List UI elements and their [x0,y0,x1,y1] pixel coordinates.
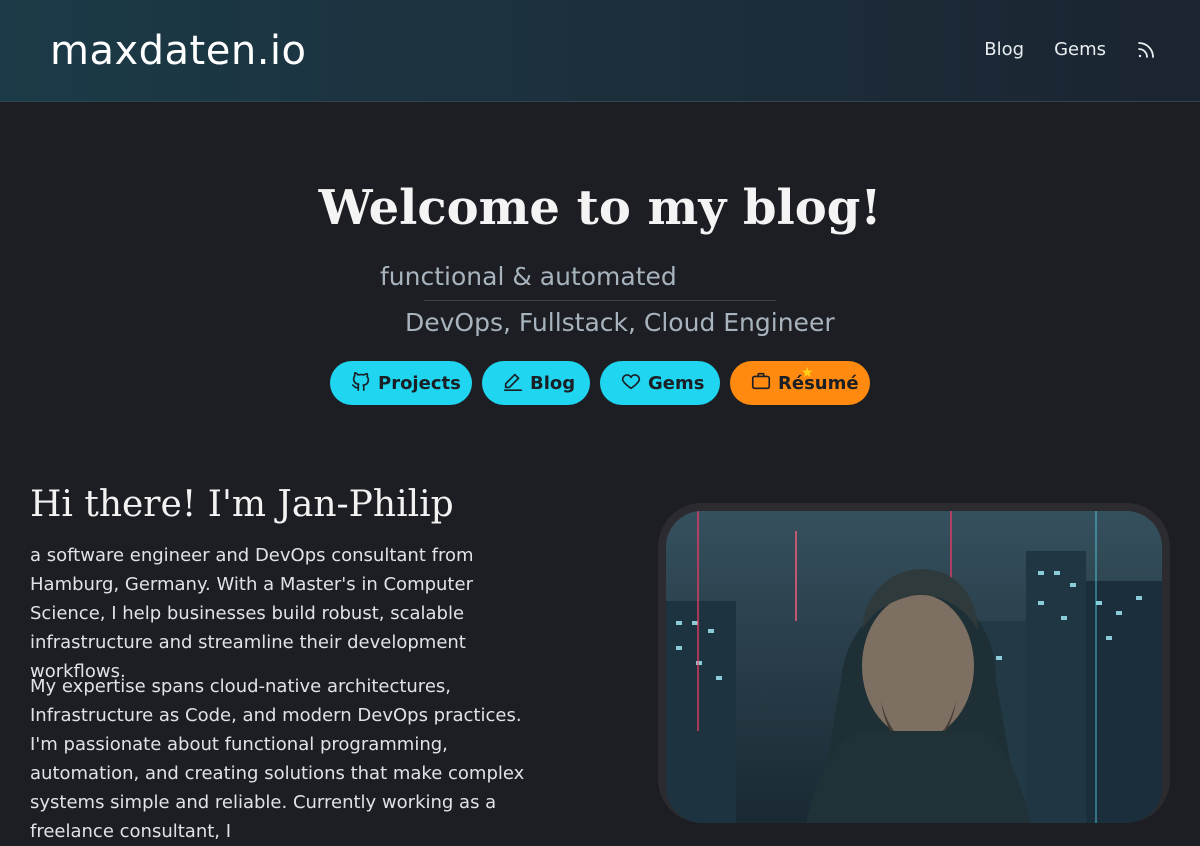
intro-paragraph-2: My expertise spans cloud-native architec… [30,676,525,842]
hero-buttons: Projects Blog Gems ★ Résumé [330,361,870,405]
site-logo[interactable]: maxdaten.io [50,28,307,74]
projects-label: Projects [378,372,461,394]
heart-icon [620,370,642,397]
main-nav: Blog Gems [984,39,1156,60]
hero-tagline-1: functional & automated [380,262,677,291]
projects-button[interactable]: Projects [330,361,472,405]
pencil-icon [502,370,524,397]
rss-icon[interactable] [1136,40,1156,60]
profile-illustration [666,511,1162,823]
nav-link-blog[interactable]: Blog [984,39,1024,60]
gems-button[interactable]: Gems [600,361,720,405]
nav-link-gems[interactable]: Gems [1054,39,1106,60]
sparkle-icon: ★ [801,365,814,381]
briefcase-icon [750,370,772,397]
profile-photo-frame [658,503,1170,823]
gems-label: Gems [648,372,705,394]
blog-label: Blog [530,372,576,394]
intro-paragraph-1: a software engineer and DevOps consultan… [30,545,474,682]
top-navbar: maxdaten.io Blog Gems [0,0,1200,102]
hero-tagline-2: DevOps, Fullstack, Cloud Engineer [405,308,835,337]
blog-button[interactable]: Blog [482,361,590,405]
intro-heading: Hi there! I'm Jan-Philip [30,484,454,525]
hero-title: Welcome to my blog! [318,180,882,236]
profile-photo [666,511,1162,823]
resume-button[interactable]: ★ Résumé [730,361,870,405]
resume-label: Résumé [778,372,859,394]
hero-divider [424,300,776,301]
github-icon [350,370,372,397]
